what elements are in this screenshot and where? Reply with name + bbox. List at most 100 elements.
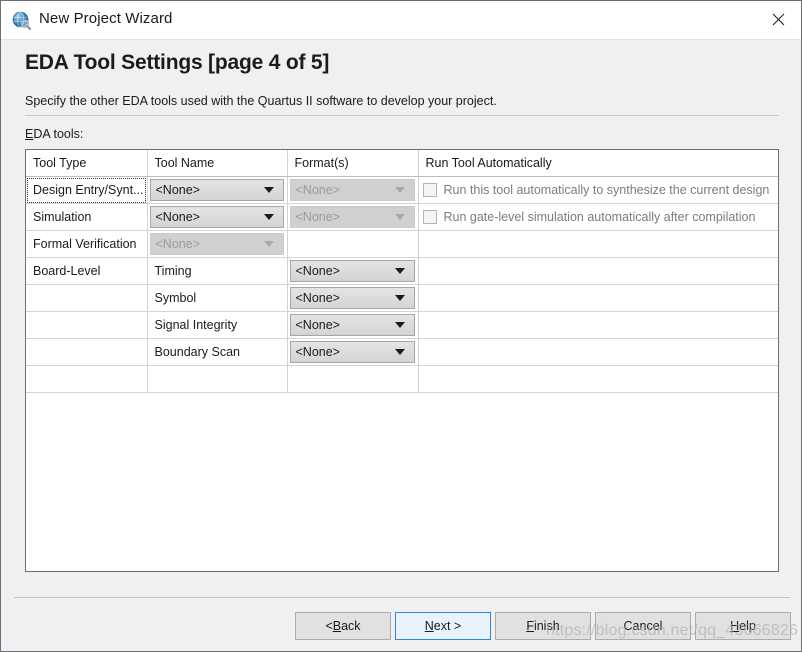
format-combobox[interactable]: <None>: [289, 260, 415, 282]
run-auto-label: Run gate-level simulation automatically …: [443, 210, 756, 224]
empty-cell: [287, 549, 418, 571]
header-divider: [25, 115, 779, 116]
format-combobox-value: <None>: [295, 291, 340, 305]
table-filler-row: [26, 365, 778, 393]
cell-tool-name[interactable]: Signal Integrity: [147, 311, 288, 339]
checkbox-icon[interactable]: [422, 210, 437, 224]
cell-run-tool-automatically: [418, 284, 778, 312]
table-row: Simulation <None> <None> Run gate-level sim…: [26, 203, 779, 231]
format-combobox-value: <None>: [295, 183, 340, 197]
empty-cell: [26, 471, 147, 497]
window-title: New Project Wizard: [39, 10, 173, 27]
tool-name-label: Symbol: [154, 291, 197, 305]
table-filler-row: [26, 497, 778, 523]
run-auto-checkbox-row[interactable]: Run this tool automatically to synthesiz…: [419, 177, 779, 203]
column-header-run-tool-automatically: Run Tool Automatically: [418, 150, 778, 177]
format-combobox: <None>: [289, 179, 415, 201]
finish-button-mnemonic: F: [526, 619, 534, 633]
table-filler-row: [26, 471, 778, 497]
cell-tool-type[interactable]: Formal Verification: [26, 230, 148, 258]
cell-run-tool-automatically[interactable]: Run gate-level simulation automatically …: [418, 203, 779, 231]
tool-name-combobox[interactable]: <None>: [149, 179, 284, 201]
cell-tool-name[interactable]: <None>: [147, 176, 288, 204]
back-button-mnemonic: B: [332, 619, 342, 633]
table-row: Board-Level Timing <None>: [26, 257, 778, 285]
quartus-globe-icon: [12, 11, 32, 31]
tool-name-label: Timing: [154, 264, 192, 278]
checkbox-icon[interactable]: [422, 183, 437, 197]
cancel-button[interactable]: Cancel: [595, 612, 691, 640]
cell-tool-type[interactable]: [26, 311, 148, 339]
tool-type-label: Board-Level: [33, 264, 101, 278]
close-icon[interactable]: [755, 1, 801, 38]
empty-cell: [26, 523, 147, 549]
cell-tool-type[interactable]: Design Entry/Synt...: [26, 176, 148, 204]
table-row: Signal Integrity <None>: [26, 311, 778, 339]
run-auto-label: Run this tool automatically to synthesiz…: [443, 183, 770, 197]
cell-format[interactable]: <None>: [287, 257, 419, 285]
cell-tool-type[interactable]: [26, 284, 148, 312]
empty-cell: [287, 393, 418, 420]
next-button-label: ext >: [433, 619, 462, 633]
back-button-prefix: <: [325, 619, 333, 633]
cell-tool-type[interactable]: Board-Level: [26, 257, 148, 285]
tool-name-combobox[interactable]: <None>: [149, 206, 284, 228]
format-combobox[interactable]: <None>: [289, 287, 415, 309]
cell-tool-type[interactable]: Simulation: [26, 203, 148, 231]
cell-tool-name[interactable]: Boundary Scan: [147, 338, 288, 366]
empty-cell: [418, 471, 778, 497]
table-header-row: Tool Type Tool Name Format(s) Run Tool A…: [26, 150, 778, 177]
cell-tool-name[interactable]: Symbol: [147, 284, 288, 312]
finish-button[interactable]: Finish: [495, 612, 591, 640]
empty-cell: [287, 365, 419, 393]
cell-format[interactable]: <None>: [287, 176, 419, 204]
format-combobox: <None>: [289, 206, 415, 228]
eda-tools-label: EDA tools:: [25, 127, 83, 141]
page-description: Specify the other EDA tools used with th…: [25, 94, 497, 108]
table-filler-row: [26, 549, 778, 571]
cancel-button-label: Cancel: [623, 619, 663, 633]
cell-format[interactable]: <None>: [287, 284, 419, 312]
chevron-down-icon: [394, 349, 405, 355]
format-combobox[interactable]: <None>: [289, 314, 415, 336]
cell-format[interactable]: <None>: [287, 203, 419, 231]
cell-format: [287, 230, 419, 258]
cell-tool-name[interactable]: Timing: [147, 257, 288, 285]
button-bar: < Back Next > Finish Cancel Help: [1, 612, 801, 642]
cell-run-tool-automatically: [418, 230, 778, 258]
help-button[interactable]: Help: [695, 612, 791, 640]
new-project-wizard-window: New Project Wizard EDA Tool Settings [pa…: [0, 0, 802, 652]
title-bar: New Project Wizard: [1, 1, 801, 40]
eda-tools-label-rest: DA tools:: [33, 127, 84, 141]
cell-run-tool-automatically: [418, 338, 778, 366]
empty-cell: [147, 393, 287, 420]
empty-cell: [418, 445, 778, 471]
eda-tools-table-container: Tool Type Tool Name Format(s) Run Tool A…: [25, 149, 779, 572]
empty-cell: [287, 471, 418, 497]
tool-name-combobox-value: <None>: [155, 183, 200, 197]
back-button[interactable]: < Back: [295, 612, 391, 640]
table-filler-row: [26, 445, 778, 471]
next-button[interactable]: Next >: [395, 612, 491, 640]
chevron-down-icon: [263, 187, 274, 193]
cell-format[interactable]: <None>: [287, 338, 419, 366]
footer-divider: [14, 597, 790, 598]
cell-format[interactable]: <None>: [287, 311, 419, 339]
chevron-down-icon: [394, 322, 405, 328]
tool-name-combobox-value: <None>: [155, 210, 200, 224]
cell-tool-name[interactable]: <None>: [147, 203, 288, 231]
tool-type-label: Formal Verification: [33, 237, 137, 251]
empty-cell: [147, 419, 287, 445]
cell-tool-name[interactable]: <None>: [147, 230, 288, 258]
empty-cell: [26, 365, 148, 393]
format-combobox-value: <None>: [295, 264, 340, 278]
cell-run-tool-automatically[interactable]: Run this tool automatically to synthesiz…: [418, 176, 779, 204]
tool-name-label: Boundary Scan: [154, 345, 240, 359]
format-combobox[interactable]: <None>: [289, 341, 415, 363]
empty-cell: [147, 497, 287, 523]
empty-cell: [26, 393, 147, 420]
chevron-down-icon: [394, 187, 405, 193]
run-auto-checkbox-row[interactable]: Run gate-level simulation automatically …: [419, 204, 779, 230]
cell-tool-type[interactable]: [26, 338, 148, 366]
empty-cell: [26, 445, 147, 471]
